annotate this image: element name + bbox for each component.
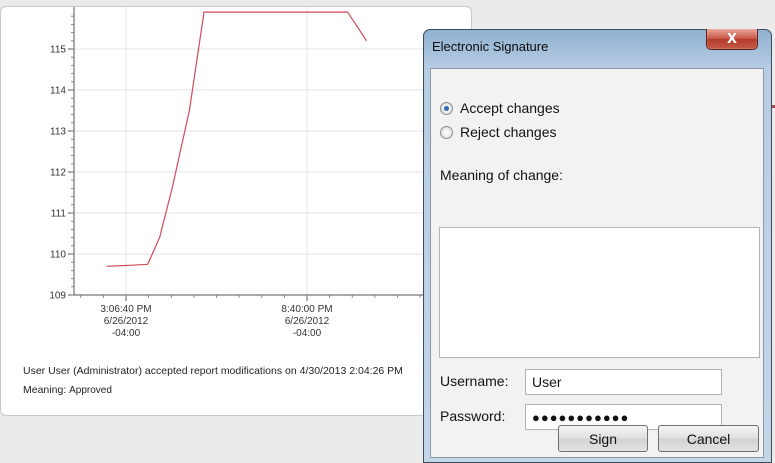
y-tick-label: 111 [51,209,67,220]
close-icon: X [726,31,738,47]
y-tick-label: 113 [50,127,66,138]
x-tick-label-date: 6/26/2012 [285,316,330,327]
report-panel: 109 110 111 112 113 114 115 3:06:40 PM 6/26/201… [0,6,472,416]
username-label: Username: [440,373,509,389]
x-tick-label-tz: -04:00 [112,328,141,339]
y-tick-label: 110 [50,250,66,261]
chart-series [106,11,368,267]
dialog-title: Electronic Signature [432,39,549,54]
meaning-of-change-label: Meaning of change: [440,167,563,183]
audit-meaning: Meaning: Approved [23,384,112,396]
x-tick-label-tz: -04:00 [293,328,322,339]
chart-grid [74,7,471,295]
x-axis-ticks: 3:06:40 PM6/26/2012-04:008:40:00 PM6/26/… [80,295,466,339]
close-button[interactable]: X [706,29,758,50]
screen: 109 110 111 112 113 114 115 3:06:40 PM 6/26/201… [0,0,775,463]
y-tick-label: 109 [49,291,66,302]
y-tick-label: 112 [50,168,66,179]
y-tick-label: 114 [50,86,66,97]
sign-button[interactable]: Sign [558,425,648,452]
series-line [106,11,368,267]
audit-meaning-value: Approved [69,385,112,396]
x-tick-label-date: 6/26/2012 [104,316,149,327]
y-tick-label: 115 [50,45,66,56]
reject-changes-option[interactable]: Reject changes [440,124,557,140]
cancel-button[interactable]: Cancel [658,425,759,452]
dialog-body: Accept changes Reject changes Meaning of… [430,68,764,458]
audit-message: User User (Administrator) accepted repor… [23,365,403,377]
x-tick-label-time: 8:40:00 PM [281,304,332,315]
x-tick-label-time: 3:06:40 PM [100,304,151,315]
y-axis-ticks: 109 110 111 112 113 114 115 [49,15,74,302]
username-input[interactable]: User [525,369,722,395]
reject-changes-label: Reject changes [460,124,557,140]
accept-changes-label: Accept changes [460,100,560,116]
password-label: Password: [440,408,506,424]
electronic-signature-dialog: Electronic Signature X Accept changes Re… [423,29,772,463]
password-value: ●●●●●●●●●●● [532,409,630,425]
meaning-of-change-input[interactable] [439,227,760,358]
audit-meaning-label: Meaning: [23,384,67,396]
accept-changes-option[interactable]: Accept changes [440,100,560,116]
radio-selected-icon[interactable] [440,101,453,115]
radio-unselected-icon[interactable] [440,125,453,139]
username-value: User [532,374,562,390]
line-chart: 109110111112113114115 3:06:40 PM6/26/201… [49,7,471,339]
